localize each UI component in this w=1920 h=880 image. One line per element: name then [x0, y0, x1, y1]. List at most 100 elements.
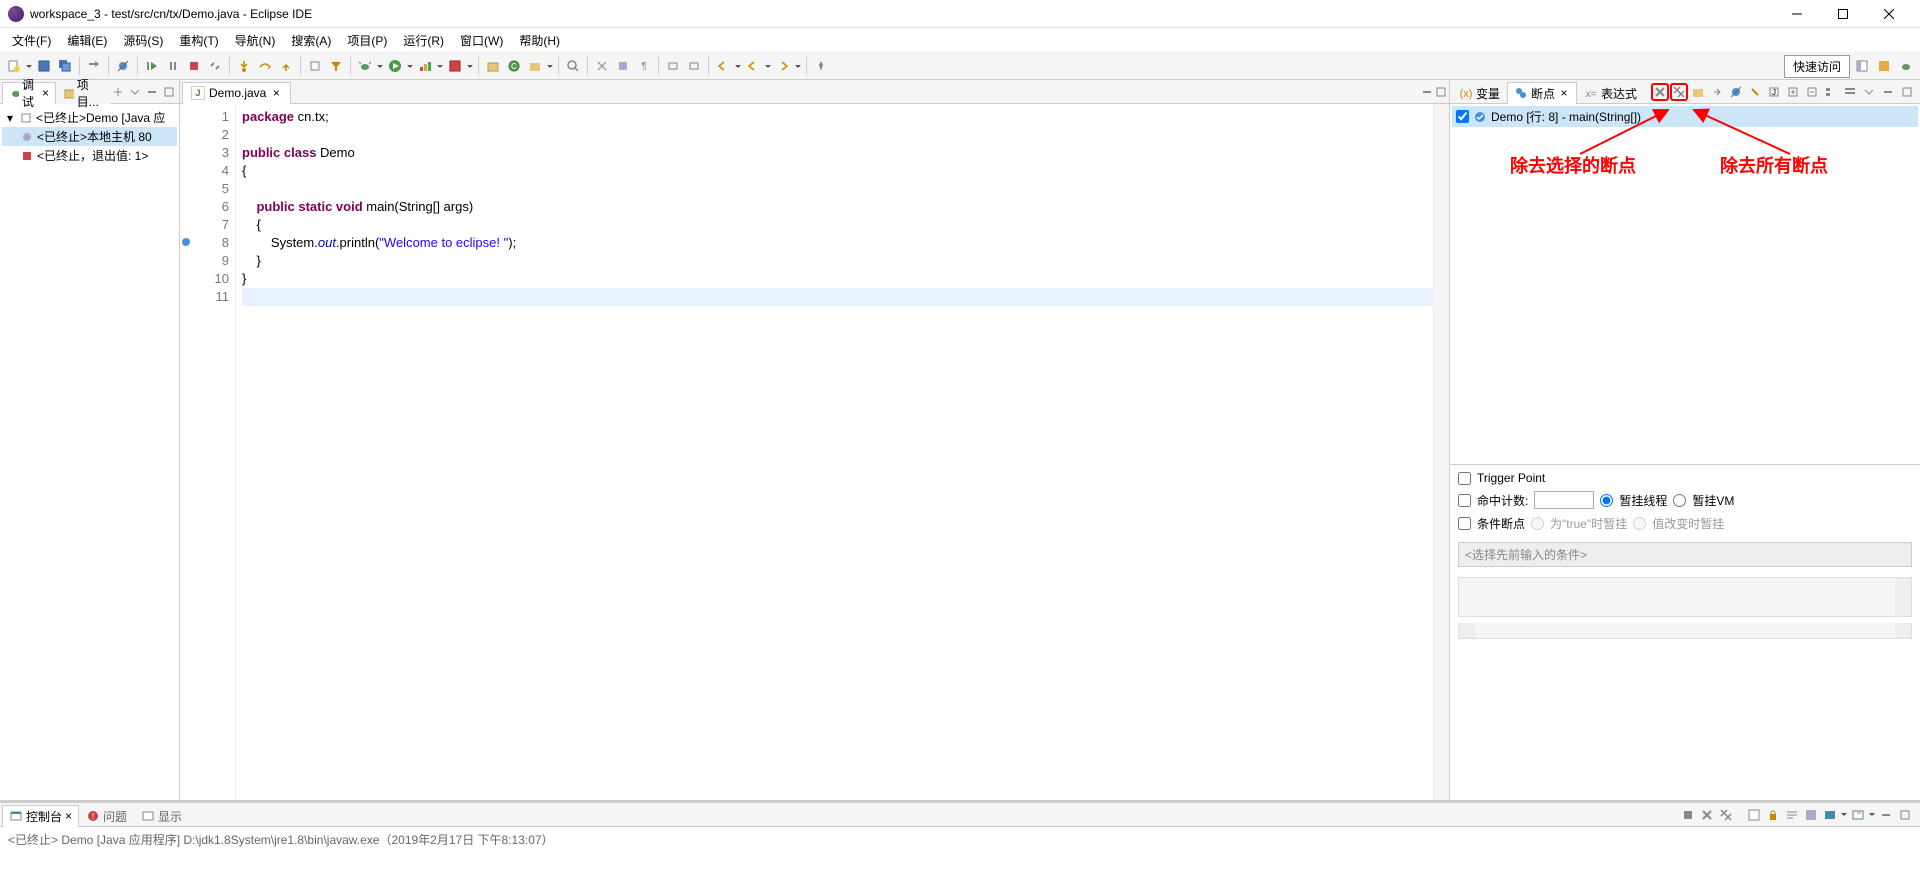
menu-file[interactable]: 文件(F) [4, 29, 59, 52]
breakpoint-strip[interactable] [180, 104, 196, 880]
hit-count-input[interactable] [1534, 491, 1594, 509]
menu-refactor[interactable]: 重构(T) [171, 29, 226, 52]
editor-min-button[interactable] [1421, 86, 1433, 98]
view-menu-button[interactable] [1860, 83, 1878, 101]
whitespace-button[interactable]: ¶ [634, 56, 654, 76]
new-type-drop[interactable] [546, 56, 554, 76]
search-button[interactable] [563, 56, 583, 76]
skip-all-button[interactable] [1727, 83, 1745, 101]
tab-problems[interactable]: ! 问题 [79, 805, 134, 827]
open-perspective-button[interactable] [1852, 56, 1872, 76]
menu-navigate[interactable]: 导航(N) [227, 29, 284, 52]
suspend-vm-radio[interactable] [1673, 494, 1686, 507]
skip-breakpoints-button[interactable] [113, 56, 133, 76]
close-button[interactable] [1866, 0, 1912, 28]
menu-help[interactable]: 帮助(H) [511, 29, 568, 52]
code-area[interactable]: package cn.tx; public class Demo{ public… [236, 104, 1433, 880]
view-max-button[interactable] [161, 84, 177, 100]
pin-button[interactable] [811, 56, 831, 76]
external-tools-button[interactable] [445, 56, 465, 76]
scroll-left-arrow[interactable] [1459, 623, 1475, 638]
debug-button[interactable] [355, 56, 375, 76]
maximize-button[interactable] [1820, 0, 1866, 28]
breakpoint-checkbox[interactable] [1456, 110, 1469, 123]
tab-display[interactable]: 显示 [134, 805, 189, 827]
forward-drop[interactable] [794, 56, 802, 76]
run-drop[interactable] [406, 56, 414, 76]
tab-console[interactable]: 控制台 × [2, 805, 79, 827]
forward-button[interactable] [773, 56, 793, 76]
tree-node-process[interactable]: <已终止>本地主机 80 [2, 127, 177, 146]
console-remove-button[interactable] [1698, 806, 1716, 824]
minimize-button[interactable] [1774, 0, 1820, 28]
group-by-button[interactable] [1822, 83, 1840, 101]
coverage-button[interactable] [415, 56, 435, 76]
java-perspective-button[interactable] [1874, 56, 1894, 76]
drop-frame-button[interactable] [305, 56, 325, 76]
console-display-drop[interactable] [1840, 805, 1848, 825]
view-min-button[interactable] [1879, 83, 1897, 101]
new-drop[interactable] [25, 56, 33, 76]
save-all-button[interactable] [55, 56, 75, 76]
tab-breakpoints[interactable]: 断点 × [1507, 82, 1577, 104]
tree-node-launch[interactable]: ▾ <已终止>Demo [Java 应 [2, 108, 177, 127]
menu-project[interactable]: 项目(P) [339, 29, 395, 52]
save-button[interactable] [34, 56, 54, 76]
step-filter-button[interactable] [326, 56, 346, 76]
condition-dropdown[interactable]: <选择先前输入的条件> [1458, 542, 1912, 567]
annotation-next-button[interactable] [684, 56, 704, 76]
run-button[interactable] [385, 56, 405, 76]
view-min-button[interactable] [144, 84, 160, 100]
annotation-prev-button[interactable] [663, 56, 683, 76]
console-max-button[interactable] [1896, 806, 1914, 824]
debug-tree[interactable]: ▾ <已终止>Demo [Java 应 <已终止>本地主机 80 <已终止，退出… [0, 104, 179, 880]
conditional-checkbox[interactable] [1458, 517, 1471, 530]
expand-all-button[interactable] [1784, 83, 1802, 101]
new-class-button[interactable]: C [504, 56, 524, 76]
open-type-button[interactable] [525, 56, 545, 76]
step-into-button[interactable] [234, 56, 254, 76]
view-max-button[interactable] [1898, 83, 1916, 101]
menu-window[interactable]: 窗口(W) [452, 29, 511, 52]
step-return-button[interactable] [276, 56, 296, 76]
scroll-right-arrow[interactable] [1895, 623, 1911, 638]
coverage-drop[interactable] [436, 56, 444, 76]
new-package-button[interactable] [483, 56, 503, 76]
close-icon[interactable]: × [65, 809, 72, 823]
add-exception-button[interactable]: J [1765, 83, 1783, 101]
goto-file-button[interactable] [1708, 83, 1726, 101]
breakpoints-list[interactable]: Demo [行: 8] - main(String[]) 除去选择的断点 除去所… [1450, 104, 1920, 464]
back-button[interactable] [743, 56, 763, 76]
view-menu-button[interactable] [127, 84, 143, 100]
editor-max-button[interactable] [1435, 86, 1447, 98]
quick-access-button[interactable]: 快速访问 [1784, 55, 1850, 78]
debug-drop[interactable] [376, 56, 384, 76]
tree-node-exit[interactable]: <已终止，退出值: 1> [2, 146, 177, 165]
remove-selected-breakpoint-button[interactable] [1651, 83, 1669, 101]
last-edit-drop[interactable] [734, 56, 742, 76]
toggle-block-button[interactable] [613, 56, 633, 76]
menu-source[interactable]: 源码(S) [115, 29, 171, 52]
back-drop[interactable] [764, 56, 772, 76]
menu-edit[interactable]: 编辑(E) [59, 29, 115, 52]
console-terminate-button[interactable] [1679, 806, 1697, 824]
close-icon[interactable]: × [1558, 87, 1570, 99]
condition-textarea[interactable] [1458, 577, 1912, 617]
console-open-drop[interactable] [1868, 805, 1876, 825]
last-edit-button[interactable] [713, 56, 733, 76]
step-over-button[interactable] [255, 56, 275, 76]
suspend-button[interactable] [163, 56, 183, 76]
console-min-button[interactable] [1877, 806, 1895, 824]
console-wordwrap-button[interactable] [1783, 806, 1801, 824]
trigger-point-checkbox[interactable] [1458, 472, 1471, 485]
editor-scrollbar-v[interactable] [1433, 104, 1449, 880]
menu-run[interactable]: 运行(R) [395, 29, 452, 52]
terminate-button[interactable] [184, 56, 204, 76]
menu-search[interactable]: 搜索(A) [283, 29, 339, 52]
tab-debug[interactable]: 调试 × [2, 82, 56, 104]
view-collapse-button[interactable] [110, 84, 126, 100]
collapse-all-button[interactable] [1803, 83, 1821, 101]
hit-count-checkbox[interactable] [1458, 494, 1471, 507]
console-display-button[interactable] [1821, 806, 1839, 824]
console-clear-button[interactable] [1745, 806, 1763, 824]
